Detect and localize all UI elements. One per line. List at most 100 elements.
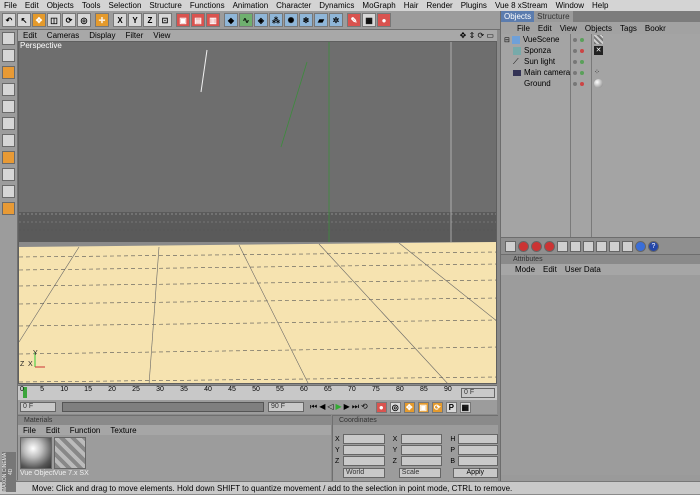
use-polygons-icon[interactable] xyxy=(2,134,15,147)
go-start-icon[interactable]: ⏮ xyxy=(310,402,317,412)
tag-icon[interactable] xyxy=(594,35,603,44)
rotation-h-field[interactable] xyxy=(458,434,498,444)
menu-help[interactable]: Help xyxy=(588,0,612,11)
visibility-dots[interactable] xyxy=(573,48,584,53)
current-frame-field[interactable]: 0 F xyxy=(461,388,495,398)
sphere-icon[interactable] xyxy=(570,240,581,252)
attributes-menu-userdata[interactable]: User Data xyxy=(561,265,605,274)
scale-icon[interactable]: ◫ xyxy=(47,13,61,27)
color-ball-icon[interactable] xyxy=(635,240,646,252)
use-points-icon[interactable] xyxy=(2,100,15,113)
nurbs-icon[interactable]: ◈ xyxy=(254,13,268,27)
menu-file[interactable]: File xyxy=(0,0,21,11)
position-z-field[interactable] xyxy=(342,456,385,466)
key-rotation-icon[interactable]: ⟳ xyxy=(431,401,443,413)
viewport-menu-cameras[interactable]: Cameras xyxy=(42,31,84,40)
menu-mograph[interactable]: MoGraph xyxy=(358,0,399,11)
object-row-sun-light[interactable]: ⟋ Sun light xyxy=(501,56,700,67)
rotation-p-field[interactable] xyxy=(458,445,498,455)
objects-menu-edit[interactable]: Edit xyxy=(534,24,556,33)
use-model-icon[interactable] xyxy=(2,32,15,45)
viewport-menu-filter[interactable]: Filter xyxy=(120,31,148,40)
viewport-menu-edit[interactable]: Edit xyxy=(18,31,42,40)
play-icon[interactable]: ▶ xyxy=(336,402,342,412)
menu-window[interactable]: Window xyxy=(552,0,588,11)
play-back-icon[interactable]: ◁ xyxy=(327,402,333,412)
render-view-icon[interactable]: ▣ xyxy=(176,13,190,27)
materials-menu-edit[interactable]: Edit xyxy=(41,426,65,435)
objects-menu-bookmarks[interactable]: Bookr xyxy=(641,24,670,33)
menu-functions[interactable]: Functions xyxy=(186,0,229,11)
tab-structure[interactable]: Structure xyxy=(534,11,573,22)
circle-icon[interactable] xyxy=(609,240,620,252)
attributes-menu-mode[interactable]: Mode xyxy=(511,265,539,274)
undo-icon[interactable]: ↶ xyxy=(2,13,16,27)
menu-structure[interactable]: Structure xyxy=(145,0,185,11)
live-select-icon[interactable]: ◎ xyxy=(77,13,91,27)
menu-render[interactable]: Render xyxy=(422,0,456,11)
record-icon[interactable] xyxy=(518,240,529,252)
use-texture-axis-icon[interactable] xyxy=(2,83,15,96)
coord-system-icon[interactable]: ⊡ xyxy=(158,13,172,27)
record-icon[interactable] xyxy=(544,240,555,252)
menu-vue[interactable]: Vue 8 xStream xyxy=(491,0,552,11)
scene-icon[interactable]: ❄ xyxy=(299,13,313,27)
next-frame-icon[interactable]: ▶ xyxy=(344,402,350,412)
menu-selection[interactable]: Selection xyxy=(105,0,146,11)
vue-record-icon[interactable]: ● xyxy=(377,13,391,27)
rotation-b-field[interactable] xyxy=(458,456,498,466)
objects-menu-objects[interactable]: Objects xyxy=(581,24,616,33)
rotate-icon[interactable]: ⟳ xyxy=(62,13,76,27)
material-thumbnail[interactable] xyxy=(54,437,86,469)
light-icon[interactable]: ✲ xyxy=(329,13,343,27)
visibility-dots[interactable] xyxy=(573,81,584,86)
material-tag-icon[interactable] xyxy=(594,79,603,88)
menu-hair[interactable]: Hair xyxy=(400,0,423,11)
array-icon[interactable]: ⁂ xyxy=(269,13,283,27)
viewport-menu-view[interactable]: View xyxy=(148,31,175,40)
spline-icon[interactable]: ∿ xyxy=(239,13,253,27)
prev-frame-icon[interactable]: ◀ xyxy=(319,402,325,412)
coord-mode-select[interactable]: World xyxy=(343,468,385,478)
visibility-dots[interactable] xyxy=(573,59,584,64)
animation-mode-icon[interactable] xyxy=(2,151,15,164)
texture-tag-icon[interactable]: ✕ xyxy=(594,46,603,55)
attributes-menu-edit[interactable]: Edit xyxy=(539,265,561,274)
x-axis-lock-icon[interactable]: X xyxy=(113,13,127,27)
position-y-field[interactable] xyxy=(342,445,385,455)
help-icon[interactable]: ? xyxy=(648,240,659,252)
filter-icon[interactable] xyxy=(557,240,568,252)
deformer-icon[interactable]: ✺ xyxy=(284,13,298,27)
layer-icon[interactable] xyxy=(505,240,516,252)
menu-character[interactable]: Character xyxy=(272,0,315,11)
objects-menu-view[interactable]: View xyxy=(556,24,581,33)
materials-menu-function[interactable]: Function xyxy=(65,426,106,435)
vue-tool-icon[interactable]: ✎ xyxy=(347,13,361,27)
vue-render-icon[interactable]: ▦ xyxy=(362,13,376,27)
render-settings-icon[interactable]: ▥ xyxy=(206,13,220,27)
objects-menu-file[interactable]: File xyxy=(513,24,534,33)
viewport-3d[interactable] xyxy=(18,41,497,384)
z-axis-lock-icon[interactable]: Z xyxy=(143,13,157,27)
material-thumbnail[interactable] xyxy=(20,437,52,469)
loop-icon[interactable]: ⟲ xyxy=(361,402,368,412)
record-icon[interactable]: ● xyxy=(375,401,387,413)
camera-icon[interactable]: ▰ xyxy=(314,13,328,27)
world-axis-icon[interactable]: ✛ xyxy=(95,13,109,27)
scene-sphere-icon[interactable] xyxy=(596,240,607,252)
enable-axis-icon[interactable] xyxy=(2,168,15,181)
materials-menu-file[interactable]: File xyxy=(18,426,41,435)
use-texture-icon[interactable] xyxy=(2,66,15,79)
object-row-sponza[interactable]: Sponza ✕ xyxy=(501,45,700,56)
size-z-field[interactable] xyxy=(400,456,443,466)
use-object-icon[interactable] xyxy=(2,49,15,62)
render-picture-viewer-icon[interactable]: ▤ xyxy=(191,13,205,27)
menu-dynamics[interactable]: Dynamics xyxy=(315,0,358,11)
menu-animation[interactable]: Animation xyxy=(229,0,273,11)
position-x-field[interactable] xyxy=(342,434,385,444)
timeline[interactable]: 0 5 10 15 20 25 30 35 40 45 50 55 60 65 … xyxy=(18,385,497,400)
move-icon[interactable]: ✥ xyxy=(32,13,46,27)
visibility-dots[interactable] xyxy=(573,70,584,75)
key-scale-icon[interactable]: ▣ xyxy=(417,401,429,413)
apply-button[interactable]: Apply xyxy=(452,468,498,478)
